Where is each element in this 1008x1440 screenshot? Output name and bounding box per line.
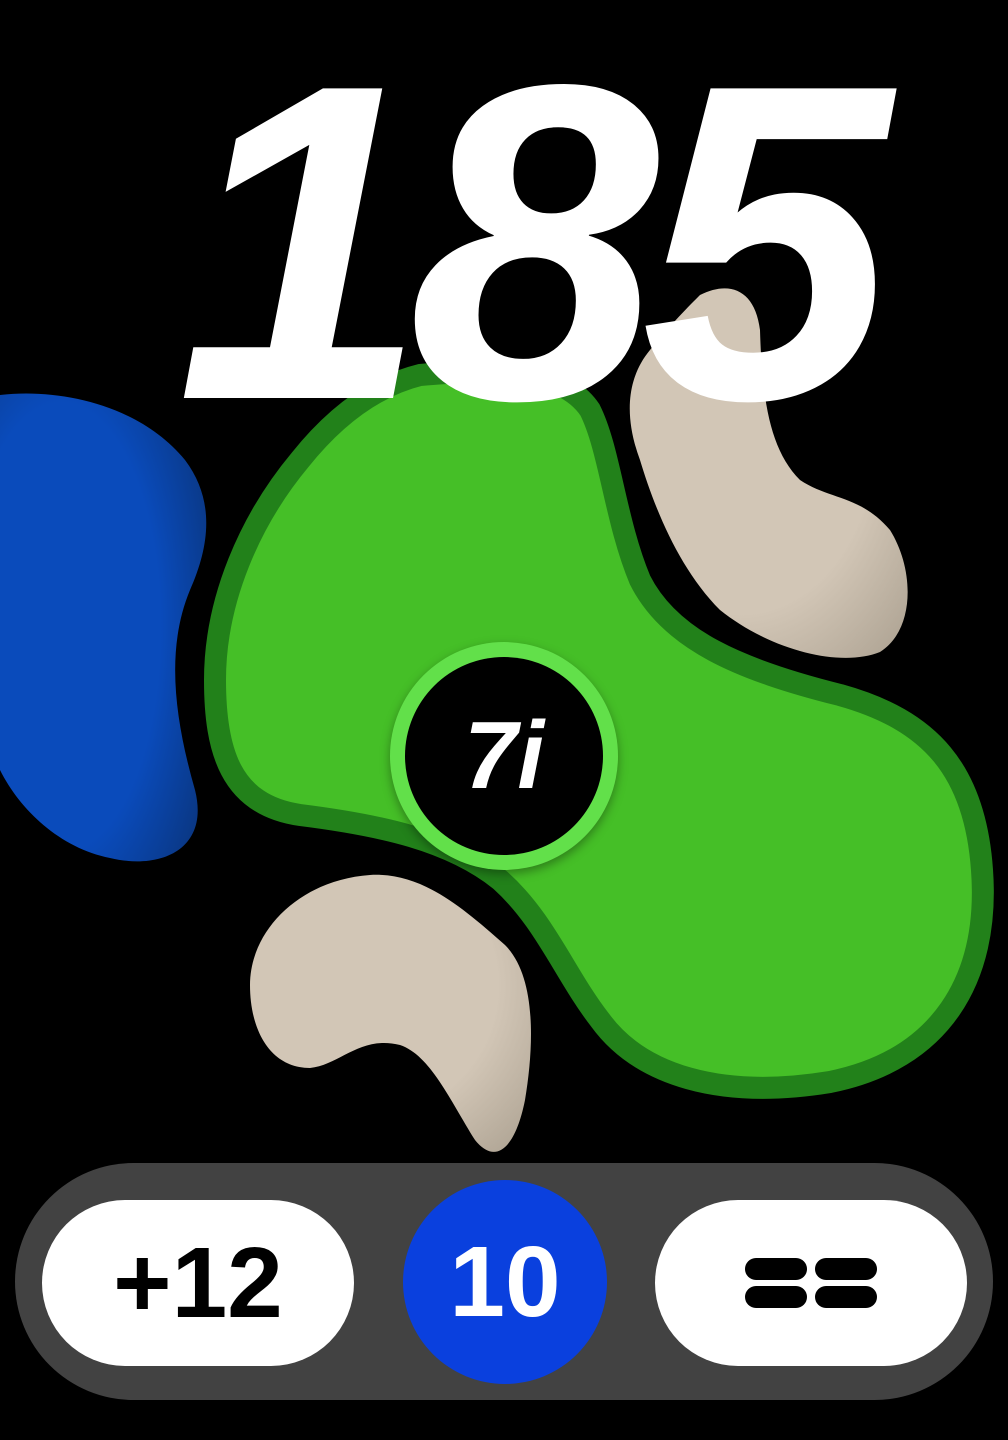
distance-to-green: 185 bbox=[176, 0, 892, 494]
club-recommendation-button[interactable]: 7i bbox=[390, 642, 618, 870]
menu-grid-icon bbox=[745, 1258, 877, 1308]
bottom-bar: +12 10 bbox=[15, 1163, 993, 1400]
hole-number-button[interactable]: 10 bbox=[403, 1180, 607, 1384]
club-label: 7i bbox=[405, 657, 603, 855]
menu-button[interactable] bbox=[655, 1200, 967, 1366]
bunker-bottom bbox=[250, 874, 531, 1152]
score-button[interactable]: +12 bbox=[42, 1200, 354, 1366]
